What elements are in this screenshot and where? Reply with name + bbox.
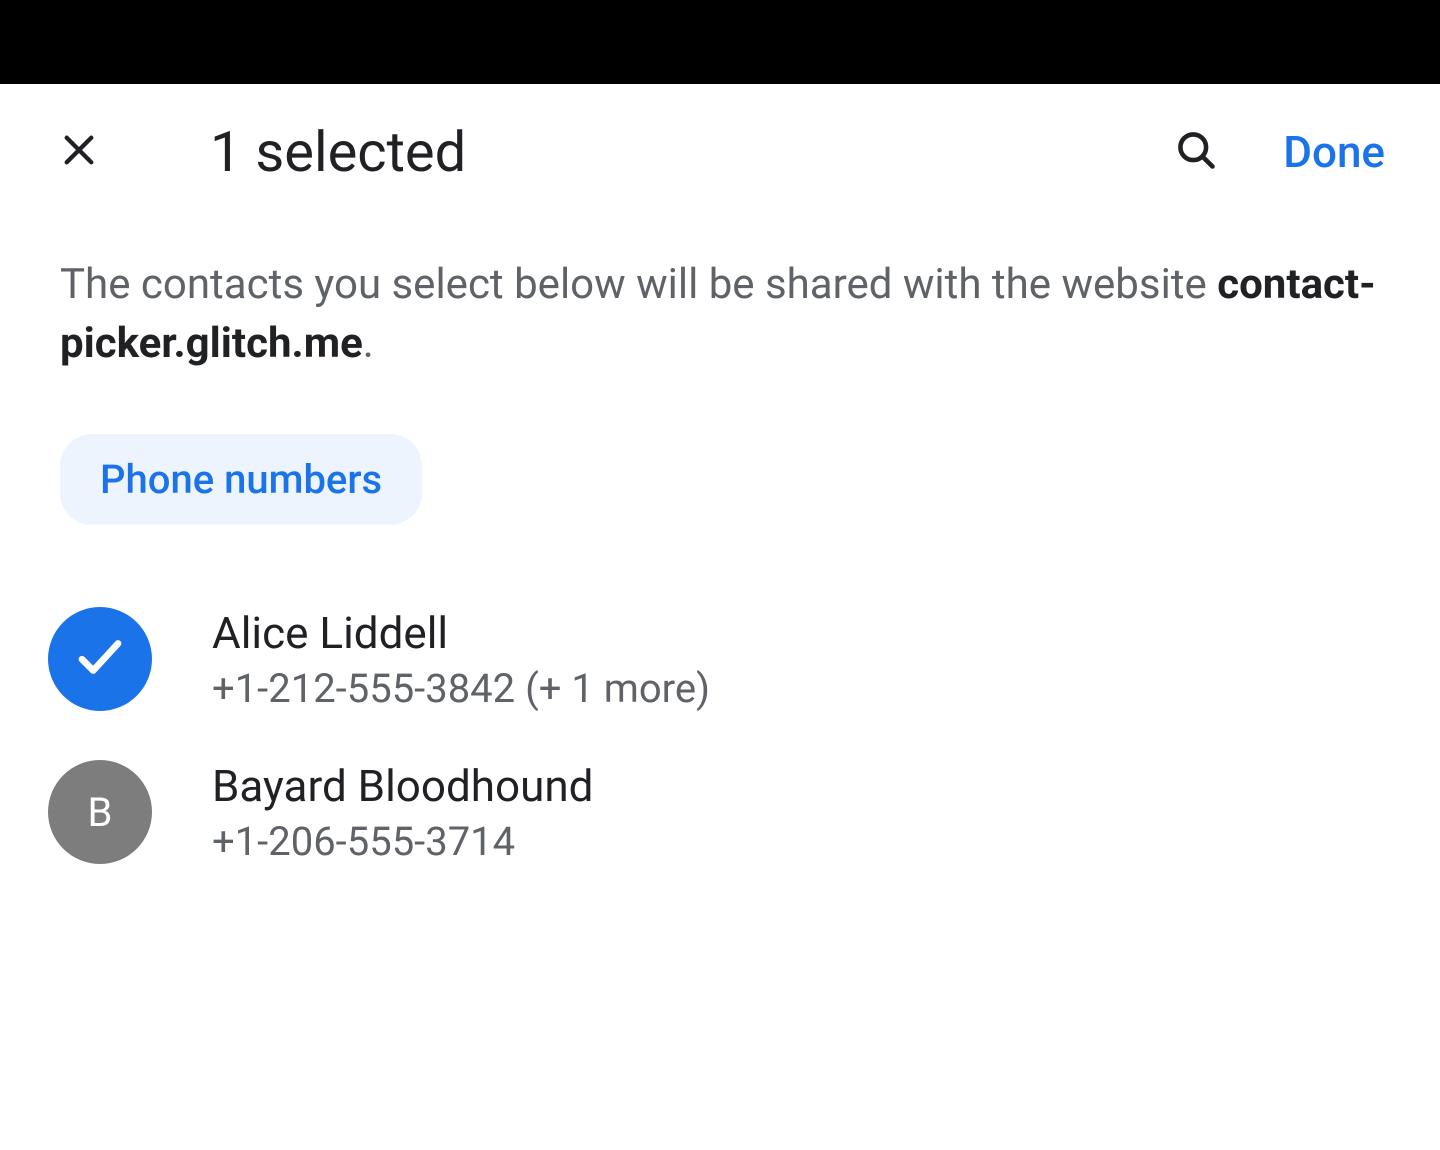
header-title: 1 selected <box>210 119 1167 185</box>
contact-phone: +1-206-555-3714 <box>212 818 594 865</box>
contact-initial: B <box>88 789 113 836</box>
search-icon <box>1174 128 1218 176</box>
filter-chip-phone-numbers[interactable]: Phone numbers <box>60 434 422 525</box>
contact-info: Alice Liddell +1-212-555-3842 (+ 1 more) <box>212 607 710 712</box>
contact-name: Bayard Bloodhound <box>212 760 594 812</box>
close-icon <box>58 129 100 175</box>
status-bar <box>0 0 1440 84</box>
done-button[interactable]: Done <box>1283 126 1385 178</box>
description-suffix: . <box>363 319 374 368</box>
close-button[interactable] <box>50 123 108 181</box>
contact-row[interactable]: B Bayard Bloodhound +1-206-555-3714 <box>48 736 1380 889</box>
contacts-list: Alice Liddell +1-212-555-3842 (+ 1 more)… <box>0 525 1440 889</box>
checkmark-icon <box>73 630 127 688</box>
description-prefix: The contacts you select below will be sh… <box>60 260 1217 309</box>
header: 1 selected Done <box>0 84 1440 220</box>
contact-info: Bayard Bloodhound +1-206-555-3714 <box>212 760 594 865</box>
contact-avatar-selected <box>48 607 152 711</box>
search-button[interactable] <box>1167 123 1225 181</box>
share-description: The contacts you select below will be sh… <box>0 220 1440 374</box>
filter-chip-row: Phone numbers <box>0 374 1440 525</box>
contact-name: Alice Liddell <box>212 607 710 659</box>
contact-avatar-unselected: B <box>48 760 152 864</box>
contact-phone: +1-212-555-3842 (+ 1 more) <box>212 665 710 712</box>
contact-row[interactable]: Alice Liddell +1-212-555-3842 (+ 1 more) <box>48 583 1380 736</box>
